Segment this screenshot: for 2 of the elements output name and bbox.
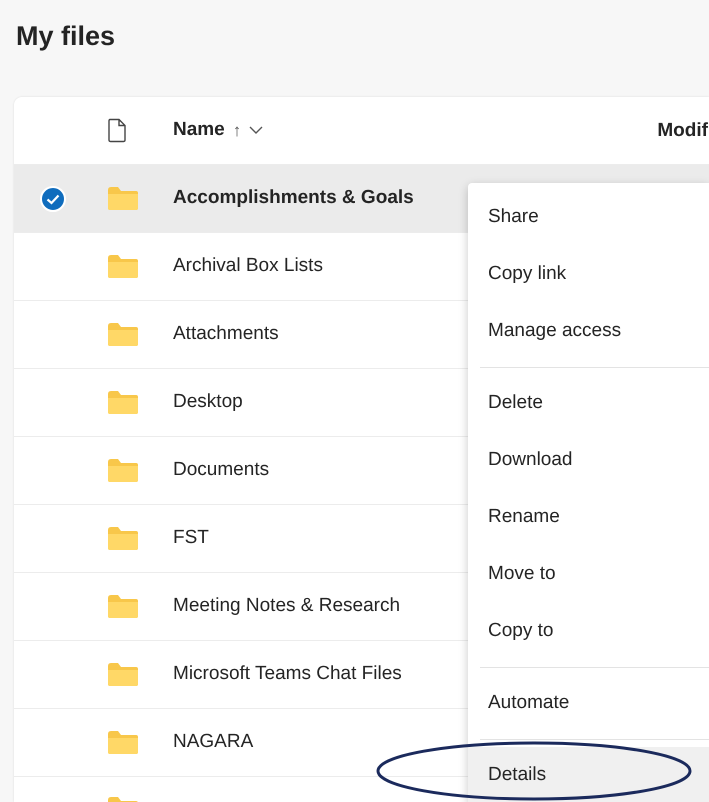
page-title: My files	[15, 20, 116, 53]
sort-arrow: ↑	[232, 120, 242, 142]
